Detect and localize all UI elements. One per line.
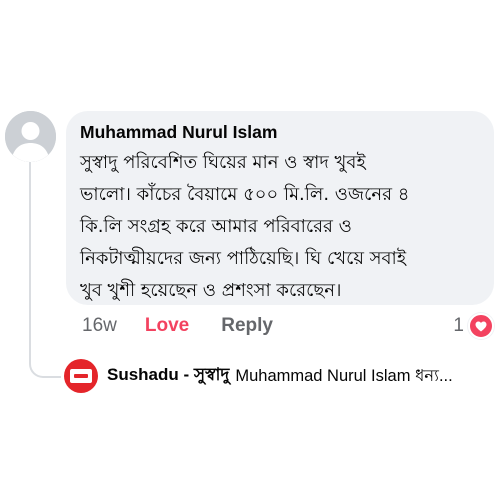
reply-button[interactable]: Reply — [221, 315, 273, 337]
thread-connector-line — [29, 160, 61, 378]
reaction-count: 1 — [453, 315, 464, 336]
reply-preview-text: Muhammad Nurul Islam ধন্য... — [235, 366, 453, 385]
comment-actions: 16w Love Reply — [82, 313, 273, 339]
reply-author[interactable]: Sushadu - সুস্বাদু — [107, 362, 229, 390]
brand-logo-icon — [70, 369, 92, 383]
page-avatar[interactable] — [64, 359, 98, 393]
comment-timestamp[interactable]: 16w — [82, 315, 117, 337]
reply-item[interactable]: Sushadu - সুস্বাদু Muhammad Nurul Islam … — [64, 359, 494, 393]
default-user-icon — [5, 111, 56, 162]
reaction-summary[interactable]: 1 — [453, 313, 494, 339]
comment-bubble: Muhammad Nurul Islam সুস্বাদু পরিবেশিত ঘ… — [66, 111, 494, 305]
avatar[interactable] — [5, 111, 56, 162]
comment-text: সুস্বাদু পরিবেশিত ঘিয়ের মান ও স্বাদ খুব… — [80, 152, 410, 301]
heart-icon — [468, 313, 494, 339]
comment-author[interactable]: Muhammad Nurul Islam — [80, 121, 484, 143]
love-reaction-button[interactable]: Love — [145, 315, 189, 337]
